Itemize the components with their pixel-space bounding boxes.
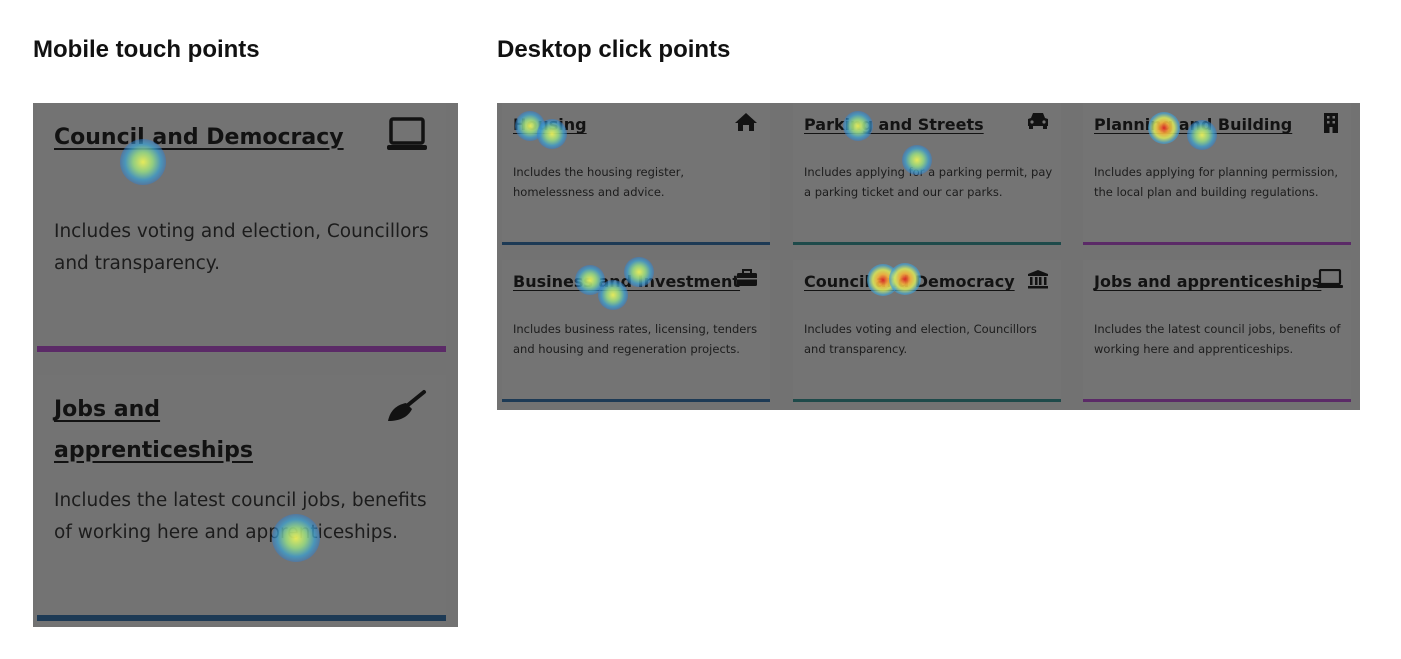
desktop-card-accent-bar bbox=[793, 399, 1061, 402]
mobile-card-title[interactable]: Jobs and apprenticeships bbox=[54, 389, 294, 471]
mobile-card-council-democracy[interactable]: Council and Democracy Includes voting an… bbox=[37, 103, 446, 353]
desktop-card-accent-bar bbox=[1083, 399, 1351, 402]
desktop-heatmap-panel: Housing Includes the housing register, h… bbox=[497, 103, 1360, 410]
mobile-card-description: Includes voting and election, Councillor… bbox=[54, 221, 429, 274]
mobile-heatmap-panel: Council and Democracy Includes voting an… bbox=[33, 103, 458, 627]
desktop-card-accent-bar bbox=[502, 242, 770, 245]
desktop-card-title[interactable]: Jobs and apprenticeships bbox=[1094, 272, 1321, 291]
desktop-card-description: Includes applying for a parking permit, … bbox=[804, 165, 1053, 199]
bank-icon bbox=[1027, 269, 1049, 294]
desktop-card-title[interactable]: Planning and Building bbox=[1094, 115, 1292, 134]
mobile-card-jobs-apprenticeships[interactable]: Jobs and apprenticeships Includes the la… bbox=[37, 375, 446, 625]
desktop-card-description: Includes the latest council jobs, benefi… bbox=[1094, 322, 1341, 356]
car-icon bbox=[1027, 112, 1049, 135]
mobile-card-description: Includes the latest council jobs, benefi… bbox=[54, 490, 427, 543]
desktop-card-accent-bar bbox=[502, 399, 770, 402]
desktop-card-accent-bar bbox=[793, 242, 1061, 245]
mobile-card-accent-bar bbox=[37, 615, 446, 621]
desktop-card-council-democracy[interactable]: Council and Democracy Includes voting an… bbox=[793, 260, 1061, 402]
desktop-card-title[interactable]: Council and Democracy bbox=[804, 272, 1015, 291]
mobile-section-title: Mobile touch points bbox=[33, 36, 260, 63]
laptop-icon bbox=[1317, 268, 1343, 294]
desktop-card-title[interactable]: Parking and Streets bbox=[804, 115, 984, 134]
briefcase-icon bbox=[736, 269, 758, 292]
desktop-section-title: Desktop click points bbox=[497, 36, 731, 63]
desktop-card-jobs-apprenticeships[interactable]: Jobs and apprenticeships Includes the la… bbox=[1083, 260, 1351, 402]
desktop-card-housing[interactable]: Housing Includes the housing register, h… bbox=[502, 103, 770, 245]
desktop-card-parking-streets[interactable]: Parking and Streets Includes applying fo… bbox=[793, 103, 1061, 245]
desktop-card-business-investment[interactable]: Business and Investment Includes busines… bbox=[502, 260, 770, 402]
home-icon bbox=[734, 112, 758, 137]
desktop-card-planning-building[interactable]: Planning and Building Includes applying … bbox=[1083, 103, 1351, 245]
mobile-card-accent-bar bbox=[37, 346, 446, 352]
desktop-card-title[interactable]: Business and Investment bbox=[513, 272, 740, 291]
desktop-card-accent-bar bbox=[1083, 242, 1351, 245]
desktop-card-description: Includes applying for planning permissio… bbox=[1094, 165, 1339, 199]
desktop-card-description: Includes business rates, licensing, tend… bbox=[513, 322, 758, 356]
desktop-card-description: Includes the housing register, homelessn… bbox=[513, 165, 685, 199]
broom-icon bbox=[384, 389, 428, 430]
building-icon bbox=[1323, 112, 1339, 139]
desktop-card-title[interactable]: Housing bbox=[513, 115, 587, 134]
mobile-card-title[interactable]: Council and Democracy bbox=[54, 117, 344, 158]
laptop-icon bbox=[386, 117, 428, 158]
desktop-card-description: Includes voting and election, Councillor… bbox=[804, 322, 1037, 356]
